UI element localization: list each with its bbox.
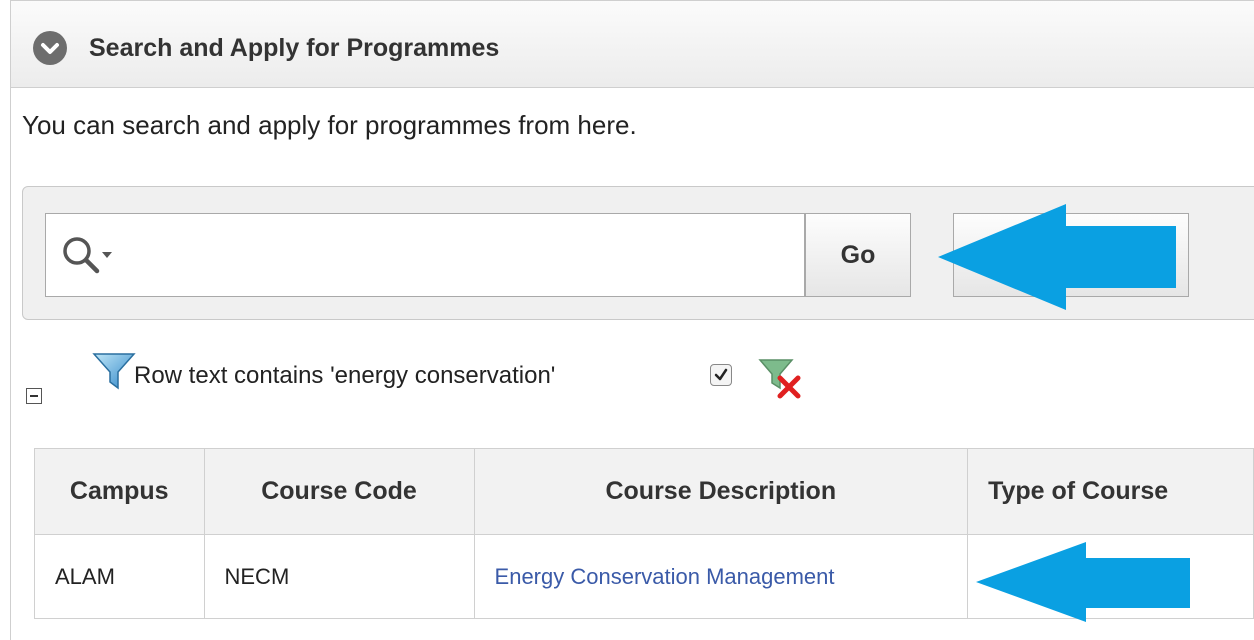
table-header-row: Campus Course Code Course Description Ty… [34,448,1254,535]
annotation-arrow-course [976,542,1190,622]
cell-campus: ALAM [34,534,205,619]
course-description-link[interactable]: Energy Conservation Management [495,564,835,589]
chevron-down-circle-icon[interactable] [33,31,67,65]
cell-course-code: NECM [203,534,475,619]
intro-text: You can search and apply for programmes … [22,110,637,140]
search-field [45,213,805,297]
collapse-filters-icon[interactable] [26,388,42,404]
funnel-icon [92,350,136,397]
filter-text: Row text contains 'energy conservation' [134,362,556,389]
arrow-shape [938,204,1176,310]
column-header-type-of-course[interactable]: Type of Course [967,448,1254,535]
annotation-arrow-go [938,204,1176,310]
search-icon[interactable] [60,234,124,283]
column-header-course-code[interactable]: Course Code [203,448,475,535]
filter-enable-checkbox[interactable] [710,364,732,386]
search-input[interactable] [142,224,786,286]
arrow-shape [976,542,1190,622]
column-header-course-description[interactable]: Course Description [473,448,969,535]
remove-filter-icon[interactable] [758,356,810,407]
region-title: Search and Apply for Programmes [89,34,500,62]
region-header: Search and Apply for Programmes [11,1,1254,88]
go-button[interactable]: Go [805,213,911,297]
column-header-campus[interactable]: Campus [34,448,205,535]
cell-course-description: Energy Conservation Management [473,534,969,619]
